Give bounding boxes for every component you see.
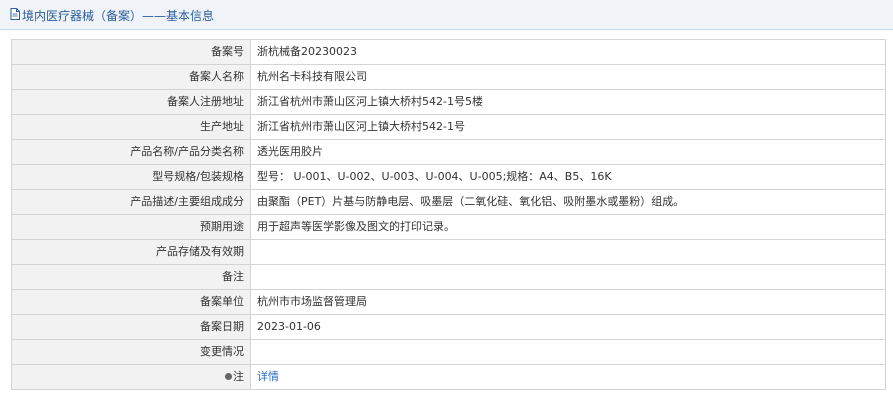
field-value: 透光医用胶片 xyxy=(250,139,886,165)
table-row: 备案人注册地址 浙江省杭州市萧山区河上镇大桥村542-1号5楼 xyxy=(11,89,886,115)
field-label: 备案日期 xyxy=(11,314,251,340)
table-row: 产品描述/主要组成成分 由聚酯（PET）片基与防静电层、吸墨层（二氧化硅、氧化铝、… xyxy=(11,189,886,215)
table-row: 备案日期 2023-01-06 xyxy=(11,314,886,340)
table-row: 备案单位 杭州市市场监督管理局 xyxy=(11,289,886,315)
field-value: 由聚酯（PET）片基与防静电层、吸墨层（二氧化硅、氧化铝、吸附墨水或墨粉）组成。 xyxy=(250,189,886,215)
field-value: 型号： U-001、U-002、U-003、U-004、U-005;规格：A4、… xyxy=(250,164,886,190)
field-label: 备案人名称 xyxy=(11,64,251,90)
field-label: 备案号 xyxy=(11,39,251,65)
field-value: 浙杭械备20230023 xyxy=(250,39,886,65)
field-value: 杭州名卡科技有限公司 xyxy=(250,64,886,90)
field-value xyxy=(250,239,886,265)
field-value: 浙江省杭州市萧山区河上镇大桥村542-1号5楼 xyxy=(250,89,886,115)
field-label: 生产地址 xyxy=(11,114,251,140)
table-row: 预期用途 用于超声等医学影像及图文的打印记录。 xyxy=(11,214,886,240)
table-row: 备案人名称 杭州名卡科技有限公司 xyxy=(11,64,886,90)
info-table-body: 备案号 浙杭械备20230023 备案人名称 杭州名卡科技有限公司 备案人注册地址 浙江省… xyxy=(11,39,886,390)
table-row-note: 注详情 xyxy=(11,364,886,390)
field-value xyxy=(250,339,886,365)
table-row: 产品名称/产品分类名称 透光医用胶片 xyxy=(11,139,886,165)
field-label: 备案人注册地址 xyxy=(11,89,251,115)
document-icon xyxy=(10,8,20,20)
field-label: 型号规格/包装规格 xyxy=(11,164,251,190)
field-value: 用于超声等医学影像及图文的打印记录。 xyxy=(250,214,886,240)
info-table-container: 备案号 浙杭械备20230023 备案人名称 杭州名卡科技有限公司 备案人注册地址 浙江省… xyxy=(11,39,886,390)
table-row: 备案号 浙杭械备20230023 xyxy=(11,39,886,65)
table-row: 产品存储及有效期 xyxy=(11,239,886,265)
field-label: 产品描述/主要组成成分 xyxy=(11,189,251,215)
field-label: 备案单位 xyxy=(11,289,251,315)
table-row: 型号规格/包装规格 型号： U-001、U-002、U-003、U-004、U-0… xyxy=(11,164,886,190)
field-label: 产品存储及有效期 xyxy=(11,239,251,265)
field-label: 产品名称/产品分类名称 xyxy=(11,139,251,165)
field-label: 变更情况 xyxy=(11,339,251,365)
field-value xyxy=(250,264,886,290)
field-label: 备注 xyxy=(11,264,251,290)
field-label: 预期用途 xyxy=(11,214,251,240)
details-link[interactable]: 详情 xyxy=(257,370,279,383)
table-row: 备注 xyxy=(11,264,886,290)
field-value: 2023-01-06 xyxy=(250,314,886,340)
pin-icon xyxy=(225,372,232,380)
field-value: 杭州市市场监督管理局 xyxy=(250,289,886,315)
note-label-cell: 注 xyxy=(11,364,251,390)
info-table: 备案号 浙杭械备20230023 备案人名称 杭州名卡科技有限公司 备案人注册地址 浙江省… xyxy=(11,39,886,390)
note-label: 注 xyxy=(233,370,244,383)
field-value: 浙江省杭州市萧山区河上镇大桥村542-1号 xyxy=(250,114,886,140)
table-row: 生产地址 浙江省杭州市萧山区河上镇大桥村542-1号 xyxy=(11,114,886,140)
page-header: 境内医疗器械（备案）——基本信息 xyxy=(0,0,893,30)
page-title: 境内医疗器械（备案）——基本信息 xyxy=(22,9,215,23)
note-value-cell: 详情 xyxy=(250,364,886,390)
table-row: 变更情况 xyxy=(11,339,886,365)
